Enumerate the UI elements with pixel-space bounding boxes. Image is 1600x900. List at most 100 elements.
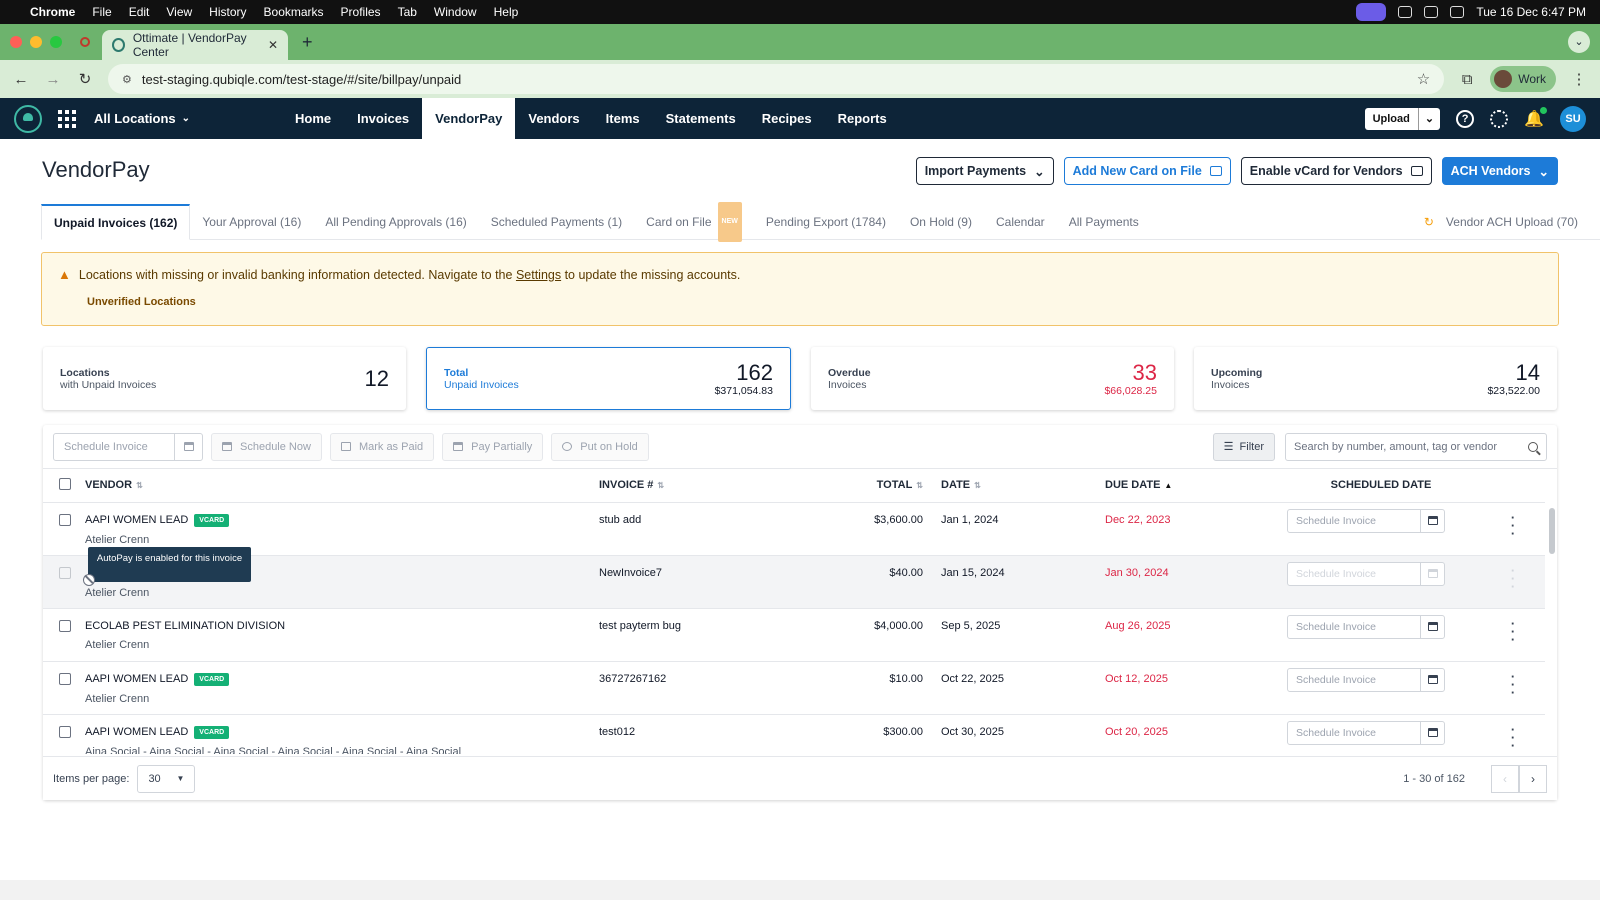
screen-share-icon[interactable]	[1356, 3, 1387, 21]
battery-icon[interactable]	[1398, 6, 1413, 18]
tab-unpaid-invoices[interactable]: Unpaid Invoices (162)	[41, 204, 191, 240]
forward-icon[interactable]: →	[44, 71, 62, 88]
menu-profiles[interactable]: Profiles	[341, 5, 381, 19]
record-icon[interactable]	[80, 37, 90, 47]
sort-icon[interactable]: ⇅	[974, 481, 981, 490]
table-row[interactable]: AAPI WOMEN LEAD VCARD Atelier Crenn stub …	[43, 502, 1545, 556]
scheduled-date-placeholder[interactable]: Schedule Invoice	[1288, 515, 1420, 527]
vendor-name[interactable]: ECOLAB PEST ELIMINATION DIVISION	[85, 620, 285, 632]
schedule-invoice-placeholder[interactable]: Schedule Invoice	[54, 441, 174, 453]
nav-statements[interactable]: Statements	[653, 98, 749, 139]
menu-window[interactable]: Window	[434, 5, 477, 19]
profile-button[interactable]: Work	[1490, 66, 1556, 92]
zoom-window-button[interactable]	[50, 36, 62, 48]
schedule-now-button[interactable]: Schedule Now	[211, 432, 322, 461]
calendar-icon[interactable]	[1420, 668, 1444, 691]
ach-vendors-button[interactable]: ACH Vendors ⌄	[1441, 157, 1558, 185]
stat-upcoming[interactable]: Upcoming Invoices 14 $23,522.00	[1194, 347, 1557, 410]
vendor-header[interactable]: VENDOR ⇅	[85, 469, 599, 503]
menu-help[interactable]: Help	[494, 5, 519, 19]
notifications-bell-icon[interactable]: 🔔	[1524, 106, 1547, 129]
scheduled-date-placeholder[interactable]: Schedule Invoice	[1288, 621, 1420, 633]
minimize-window-button[interactable]	[30, 36, 42, 48]
row-menu-icon[interactable]: · · ·	[1481, 661, 1545, 715]
scheduled-date-placeholder[interactable]: Schedule Invoice	[1288, 727, 1420, 739]
tab-on-hold[interactable]: On Hold (9)	[898, 204, 984, 239]
table-row[interactable]: ECOLAB PEST ELIMINATION DIVISION Atelier…	[43, 608, 1545, 662]
stat-overdue[interactable]: Overdue Invoices 33 $66,028.25	[811, 347, 1174, 410]
invoice-number[interactable]: test payterm bug	[599, 608, 799, 662]
date-header[interactable]: DATE ⇅	[941, 469, 1105, 503]
stat-total-unpaid[interactable]: Total Unpaid Invoices 162 $371,054.83	[426, 347, 791, 410]
site-info-icon[interactable]: ⚙	[122, 73, 132, 86]
row-menu-icon[interactable]: · · ·	[1481, 608, 1545, 662]
vendor-name[interactable]: AAPI WOMEN LEAD	[85, 726, 188, 738]
filter-button[interactable]: ☰ Filter	[1212, 432, 1275, 461]
invoice-number[interactable]: stub add	[599, 502, 799, 556]
location-select[interactable]: All Locations ⌄	[94, 111, 190, 126]
sort-icon[interactable]: ⇅	[136, 481, 143, 490]
tab-card-on-file[interactable]: Card on File NEW	[634, 201, 754, 242]
select-all-checkbox[interactable]	[59, 477, 71, 490]
invoice-number[interactable]: NewInvoice7	[599, 555, 799, 609]
schedule-invoice-input[interactable]: Schedule Invoice	[53, 432, 203, 461]
enable-vcard-button[interactable]: Enable vCard for Vendors	[1240, 157, 1432, 185]
row-checkbox[interactable]	[59, 619, 71, 632]
unverified-locations-link[interactable]: Unverified Locations	[87, 296, 1542, 308]
sort-icon[interactable]: ⇅	[916, 481, 923, 490]
scheduled-date-input[interactable]: Schedule Invoice	[1287, 508, 1445, 533]
calendar-icon[interactable]	[1420, 509, 1444, 532]
ottimate-logo-icon[interactable]	[14, 104, 42, 133]
bookmark-star-icon[interactable]: ☆	[1417, 70, 1430, 88]
calendar-icon[interactable]	[174, 433, 202, 460]
row-checkbox[interactable]	[59, 566, 71, 579]
reload-icon[interactable]: ↻	[76, 70, 94, 88]
tab-all-payments[interactable]: All Payments	[1057, 204, 1151, 239]
tab-pending-export[interactable]: Pending Export (1784)	[754, 204, 898, 239]
nav-vendors[interactable]: Vendors	[515, 98, 592, 139]
items-per-page-select[interactable]: 30 ▼	[137, 764, 196, 793]
nav-items[interactable]: Items	[593, 98, 653, 139]
scrollbar-thumb[interactable]	[1549, 508, 1555, 554]
browser-tab[interactable]: Ottimate | VendorPay Center ✕	[102, 30, 288, 60]
row-checkbox[interactable]	[59, 725, 71, 738]
nav-reports[interactable]: Reports	[825, 98, 900, 139]
search-icon[interactable]	[1528, 441, 1538, 452]
stat-locations[interactable]: Locations with Unpaid Invoices 12	[43, 347, 406, 410]
upload-button[interactable]: Upload ⌄	[1364, 107, 1441, 130]
vendor-name[interactable]: AAPI WOMEN LEAD	[85, 673, 188, 685]
prev-page-button[interactable]: ‹	[1491, 764, 1519, 793]
import-payments-button[interactable]: Import Payments ⌄	[915, 157, 1054, 185]
help-icon[interactable]: ?	[1456, 109, 1475, 128]
scheduled-date-placeholder[interactable]: Schedule Invoice	[1288, 674, 1420, 686]
url-text[interactable]: test-staging.qubiqle.com/test-stage/#/si…	[142, 72, 461, 87]
search-input[interactable]: Search by number, amount, tag or vendor	[1285, 432, 1547, 461]
menu-history[interactable]: History	[209, 5, 246, 19]
close-window-button[interactable]	[10, 36, 22, 48]
menu-clock[interactable]: Tue 16 Dec 6:47 PM	[1476, 5, 1586, 19]
scheduled-date-input[interactable]: Schedule Invoice	[1287, 720, 1445, 745]
nav-home[interactable]: Home	[282, 98, 344, 139]
tab-search-icon[interactable]: ⌄	[1568, 31, 1590, 53]
tab-your-approval[interactable]: Your Approval (16)	[190, 204, 313, 239]
menu-tab[interactable]: Tab	[398, 5, 417, 19]
control-center-icon[interactable]	[1450, 6, 1465, 18]
browser-menu-icon[interactable]: ⋮	[1570, 70, 1588, 88]
address-bar[interactable]: ⚙ test-staging.qubiqle.com/test-stage/#/…	[108, 64, 1445, 94]
scheduled-date-input[interactable]: Schedule Invoice	[1287, 614, 1445, 639]
wifi-icon[interactable]	[1424, 6, 1439, 18]
back-icon[interactable]: ←	[12, 71, 30, 88]
menu-bookmarks[interactable]: Bookmarks	[264, 5, 324, 19]
settings-gear-icon[interactable]	[1490, 109, 1509, 128]
tab-calendar[interactable]: Calendar	[984, 204, 1057, 239]
search-placeholder[interactable]: Search by number, amount, tag or vendor	[1294, 441, 1497, 453]
menu-file[interactable]: File	[92, 5, 111, 19]
next-page-button[interactable]: ›	[1519, 764, 1547, 793]
invoice-number[interactable]: 36727267162	[599, 661, 799, 715]
close-tab-icon[interactable]: ✕	[268, 38, 278, 52]
row-checkbox[interactable]	[59, 672, 71, 685]
mark-as-paid-button[interactable]: Mark as Paid	[329, 432, 435, 461]
sort-asc-icon[interactable]: ▲	[1164, 481, 1172, 490]
nav-recipes[interactable]: Recipes	[749, 98, 825, 139]
upload-label[interactable]: Upload	[1365, 108, 1418, 130]
